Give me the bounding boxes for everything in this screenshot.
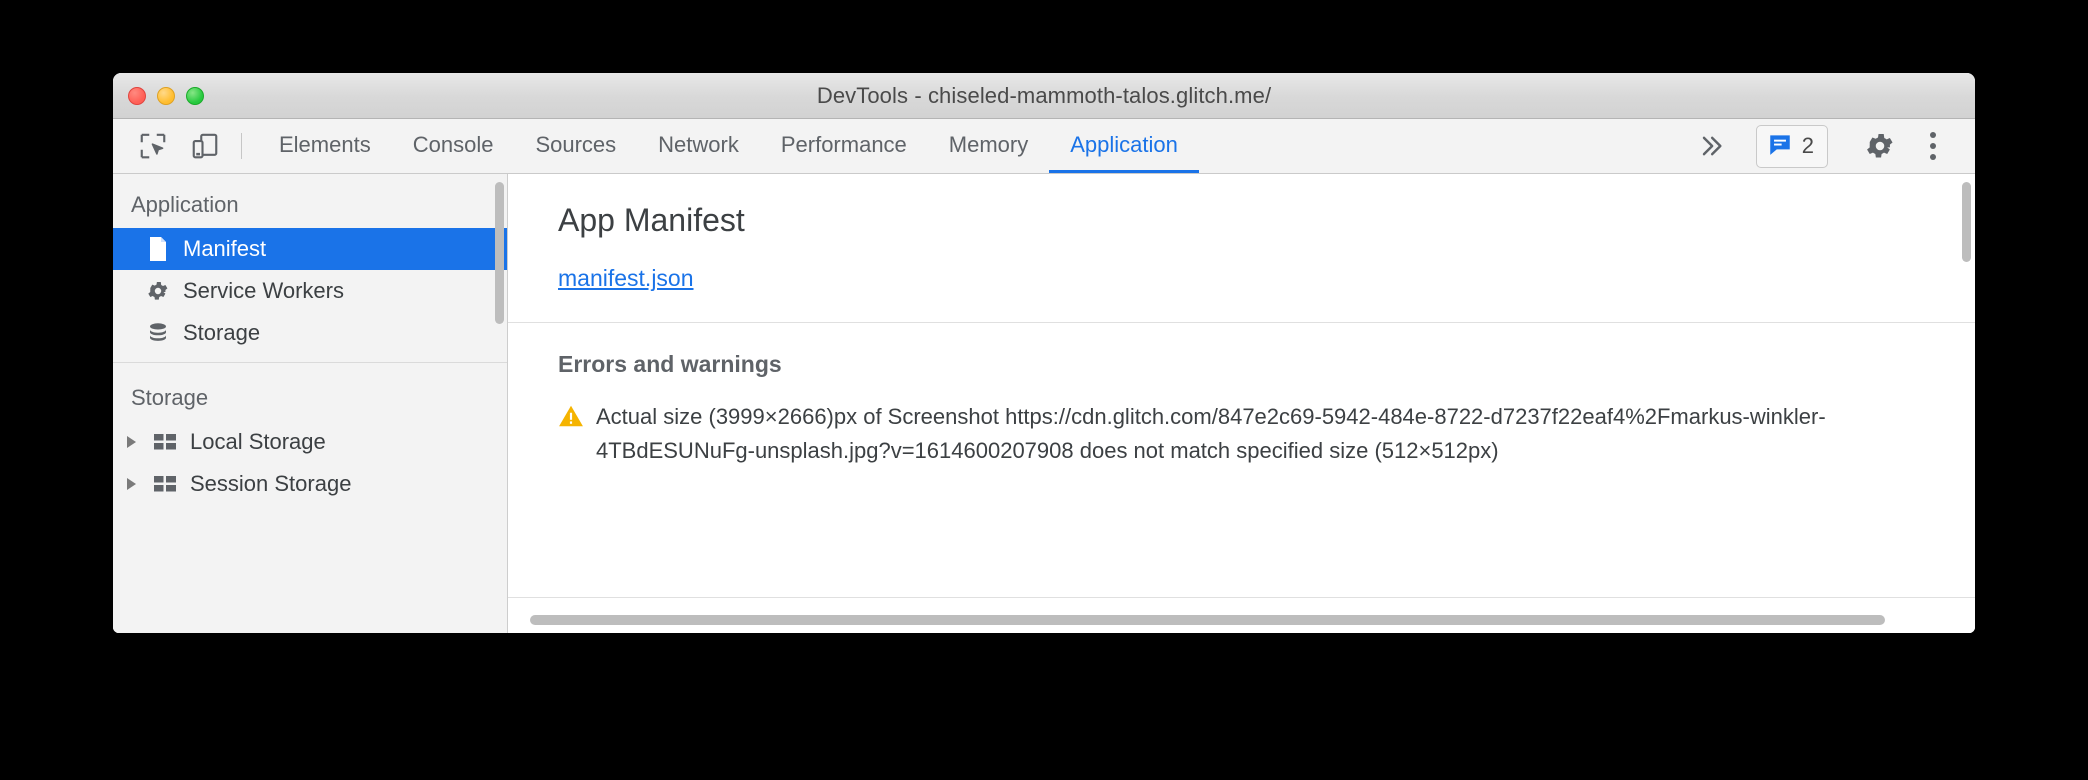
window-title: DevTools - chiseled-mammoth-talos.glitch…: [816, 82, 1272, 108]
minimize-window-button[interactable]: [157, 86, 175, 105]
database-icon: [145, 320, 171, 346]
chevron-right-icon[interactable]: [127, 478, 136, 490]
devtools-window: DevTools - chiseled-mammoth-talos.glitch…: [113, 73, 1975, 633]
tab-sources[interactable]: Sources: [514, 119, 637, 173]
sidebar-vertical-scrollbar[interactable]: [495, 182, 504, 324]
chevron-double-right-icon[interactable]: [1684, 119, 1738, 173]
tab-label: Performance: [780, 131, 907, 157]
table-icon: [152, 429, 178, 455]
tab-label: Application: [1070, 131, 1178, 157]
sidebar-item-service-workers[interactable]: Service Workers: [113, 270, 507, 312]
warning-item: Actual size (3999×2666)px of Screenshot …: [558, 400, 1929, 468]
sidebar-group-storage: Storage Local Storage Session Storage: [113, 377, 507, 513]
document-icon: [145, 236, 171, 262]
sidebar-group-title: Application: [131, 192, 239, 217]
sidebar-item-label: Session Storage: [190, 471, 352, 496]
zoom-window-button[interactable]: [186, 86, 204, 105]
tab-label: Network: [658, 131, 739, 157]
section-title: Errors and warnings: [558, 351, 782, 377]
sidebar-item-storage[interactable]: Storage: [113, 312, 507, 354]
traffic-light-buttons: [128, 86, 204, 105]
sidebar-item-label: Storage: [183, 320, 261, 345]
close-window-button[interactable]: [128, 86, 146, 105]
tab-label: Memory: [948, 131, 1029, 157]
errors-and-warnings-section: Errors and warnings Actual size (3999×26…: [508, 323, 1975, 468]
sidebar-group-title: Storage: [131, 385, 209, 410]
chevron-right-icon[interactable]: [127, 436, 136, 448]
tab-label: Elements: [279, 131, 371, 157]
tab-label: Console: [412, 131, 494, 157]
sidebar-item-local-storage[interactable]: Local Storage: [113, 421, 507, 463]
sidebar-item-label: Service Workers: [183, 278, 344, 303]
main-vertical-scrollbar[interactable]: [1962, 182, 1971, 262]
gear-icon[interactable]: [1851, 119, 1909, 173]
devtools-body: Application Manifest Service Workers Sto…: [113, 174, 1975, 633]
panel-bottom-divider: [508, 597, 1975, 598]
device-toolbar-icon[interactable]: [179, 119, 231, 173]
table-icon: [152, 471, 178, 497]
message-bubble-icon: [1767, 131, 1793, 162]
toolbar-divider: [241, 133, 242, 159]
panel-tabs: Elements Console Sources Network Perform…: [258, 119, 1199, 173]
tab-label: Sources: [535, 131, 617, 157]
tab-console[interactable]: Console: [392, 119, 515, 173]
manifest-panel: App Manifest manifest.json Errors and wa…: [508, 174, 1975, 633]
window-titlebar: DevTools - chiseled-mammoth-talos.glitch…: [113, 73, 1975, 119]
tab-elements[interactable]: Elements: [258, 119, 392, 173]
message-count-button[interactable]: 2: [1755, 124, 1828, 168]
tab-memory[interactable]: Memory: [928, 119, 1049, 173]
application-sidebar: Application Manifest Service Workers Sto…: [113, 174, 508, 633]
message-count: 2: [1801, 133, 1814, 158]
more-vertical-icon[interactable]: [1909, 119, 1957, 173]
screenshot-stage: DevTools - chiseled-mammoth-talos.glitch…: [0, 0, 2088, 780]
sidebar-item-session-storage[interactable]: Session Storage: [113, 463, 507, 505]
toolbar-right-actions: 2: [1684, 119, 1975, 173]
tab-network[interactable]: Network: [637, 119, 760, 173]
warning-message: Actual size (3999×2666)px of Screenshot …: [596, 404, 1826, 463]
tab-application[interactable]: Application: [1049, 119, 1199, 173]
manifest-header-block: App Manifest manifest.json: [508, 174, 1975, 322]
main-horizontal-scrollbar[interactable]: [530, 615, 1885, 625]
sidebar-item-label: Manifest: [183, 236, 267, 261]
devtools-toolbar: Elements Console Sources Network Perform…: [113, 119, 1975, 174]
gear-icon: [145, 278, 171, 304]
manifest-json-link[interactable]: manifest.json: [558, 265, 694, 292]
more-dots: [1930, 132, 1936, 160]
sidebar-group-application: Application Manifest Service Workers Sto…: [113, 184, 507, 363]
page-title: App Manifest: [558, 202, 745, 238]
tab-performance[interactable]: Performance: [760, 119, 928, 173]
sidebar-item-label: Local Storage: [190, 429, 326, 454]
sidebar-item-manifest[interactable]: Manifest: [113, 228, 507, 270]
inspect-cursor-icon[interactable]: [127, 119, 179, 173]
warning-triangle-icon: [558, 404, 584, 433]
